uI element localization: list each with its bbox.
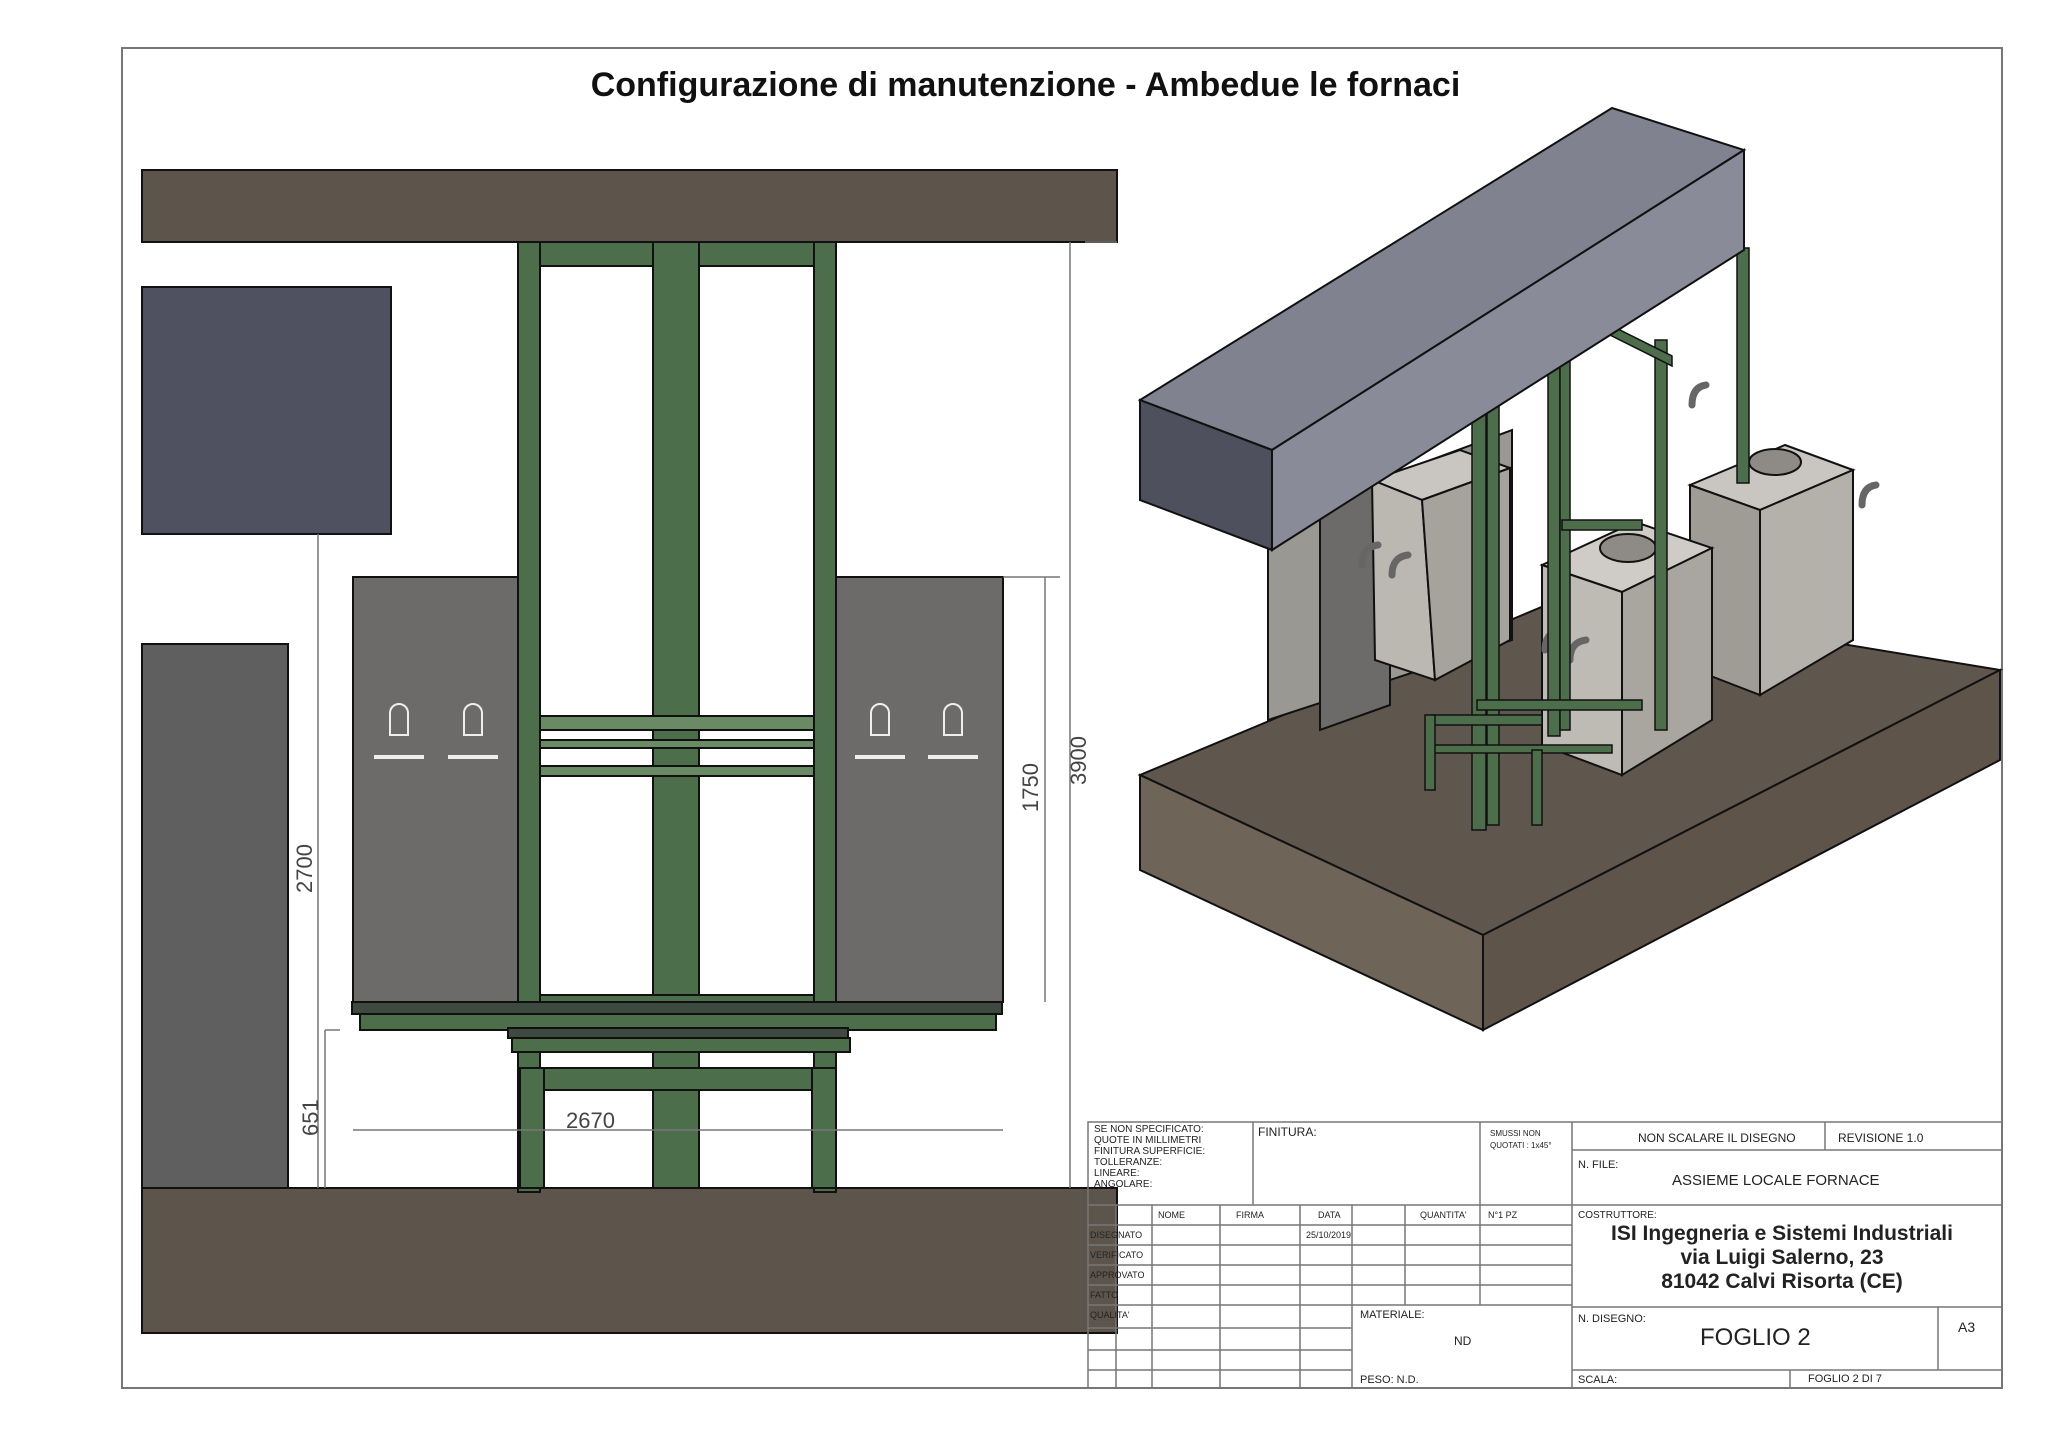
tb-col-npz: N°1 PZ: [1488, 1210, 1518, 1220]
tb-row-approvato: APPROVATO: [1090, 1270, 1145, 1280]
title-block-text: SE NON SPECIFICATO: QUOTE IN MILLIMETRI …: [1090, 1124, 1975, 1386]
front-view: 3900 1750 2700 651 2670: [141, 169, 1118, 1334]
tb-materiale-label: MATERIALE:: [1360, 1309, 1425, 1321]
tb-smussi-0: SMUSSI NON: [1490, 1129, 1541, 1138]
tb-smussi-1: QUOTATI : 1x45°: [1490, 1141, 1552, 1150]
tb-peso: PESO: N.D.: [1360, 1374, 1419, 1386]
tb-row-fatto: FATTO: [1090, 1290, 1118, 1300]
tb-row-verificato: VERIFICATO: [1090, 1250, 1143, 1260]
right-furnace: [832, 576, 1004, 1003]
tb-note-2: FINITURA SUPERFICIE:: [1094, 1146, 1205, 1157]
tb-note-1: QUOTE IN MILLIMETRI: [1094, 1135, 1201, 1146]
tb-n-disegno-label: N. DISEGNO:: [1578, 1313, 1646, 1325]
tb-scala: SCALA:: [1578, 1374, 1617, 1386]
floor-slab: [141, 1187, 1118, 1334]
tb-col-quantita: QUANTITA': [1420, 1210, 1467, 1220]
tb-row-disegnato: DISEGNATO: [1090, 1230, 1142, 1240]
tb-n-disegno-value: FOGLIO 2: [1700, 1324, 1811, 1351]
dim-1750: 1750: [1018, 763, 1043, 812]
tb-costruttore-line-1: via Luigi Salerno, 23: [1680, 1246, 1883, 1269]
wall-panel: [141, 286, 392, 535]
tb-n-file-value: ASSIEME LOCALE FORNACE: [1672, 1172, 1880, 1189]
dim-651: 651: [298, 1099, 323, 1136]
tb-finitura: FINITURA:: [1258, 1125, 1317, 1139]
tb-costruttore-line-2: 81042 Calvi Risorta (CE): [1661, 1270, 1903, 1293]
iso-right-furnace-hole: [1748, 448, 1802, 476]
left-furnace: [352, 576, 529, 1003]
dim-2670: 2670: [566, 1108, 615, 1133]
tb-revisione: REVISIONE 1.0: [1838, 1131, 1924, 1145]
tb-data-disegnato: 25/10/2019: [1306, 1230, 1351, 1240]
top-beam: [141, 169, 1118, 243]
side-column: [141, 643, 289, 1189]
dim-2700: 2700: [292, 844, 317, 893]
tb-costruttore-line-0: ISI Ingegneria e Sistemi Industriali: [1611, 1222, 1953, 1245]
tb-note-4: LINEARE:: [1094, 1168, 1140, 1179]
tb-col-firma: FIRMA: [1236, 1210, 1264, 1220]
tb-foglio: FOGLIO 2 DI 7: [1808, 1373, 1882, 1385]
iso-front-furnace-hole: [1599, 533, 1657, 563]
tb-col-nome: NOME: [1158, 1210, 1185, 1220]
tb-note-0: SE NON SPECIFICATO:: [1094, 1124, 1204, 1135]
tb-n-file-label: N. FILE:: [1578, 1159, 1618, 1171]
technical-drawing-sheet: 3900 1750 2700 651 2670 SE NON SPECIFICA…: [121, 47, 2004, 1389]
tb-materiale-value: ND: [1454, 1334, 1472, 1348]
isometric-view: [1137, 106, 2004, 1032]
tb-formato: A3: [1958, 1319, 1975, 1335]
dim-3900: 3900: [1066, 736, 1091, 785]
tb-note-3: TOLLERANZE:: [1094, 1157, 1162, 1168]
tb-row-qualita: QUALITA': [1090, 1310, 1130, 1320]
tb-col-data: DATA: [1318, 1210, 1341, 1220]
tb-note-5: ANGOLARE:: [1094, 1179, 1152, 1190]
tb-costruttore-label: COSTRUTTORE:: [1578, 1210, 1657, 1221]
tb-non-scalare: NON SCALARE IL DISEGNO: [1638, 1131, 1796, 1145]
